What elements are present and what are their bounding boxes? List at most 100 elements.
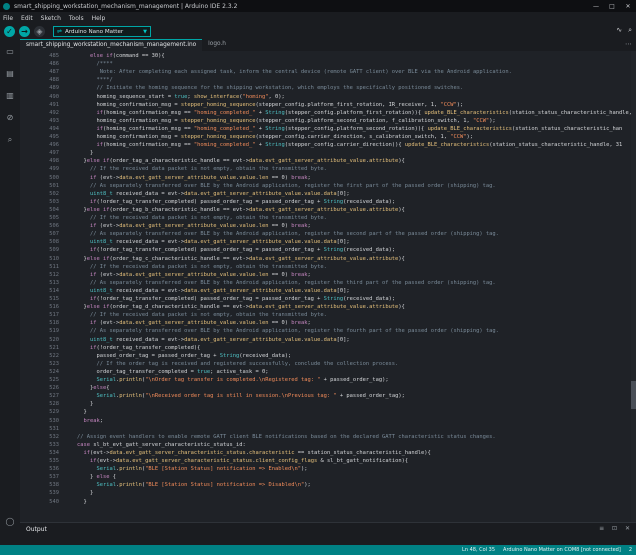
code-line[interactable]: // As separately transferred over BLE by… [64, 230, 499, 238]
code-line[interactable]: if(homing_confirmation_msg == "homing_co… [64, 141, 622, 149]
serial-monitor-icon[interactable]: ⌕ [628, 26, 632, 35]
debug-icon[interactable]: ⊘ [5, 113, 15, 123]
tab-logo-h[interactable]: logo.h [202, 39, 232, 51]
menu-file[interactable]: File [3, 15, 13, 22]
code-line[interactable]: } [64, 498, 86, 506]
code-line[interactable]: passed_order_tag = passed_order_tag + St… [64, 352, 291, 360]
code-line[interactable]: // Assign event handlers to enable remot… [64, 433, 496, 441]
code-line[interactable]: } [64, 149, 93, 157]
line-number: 509 [49, 247, 59, 254]
minimize-button[interactable]: — [588, 3, 604, 10]
library-manager-icon[interactable]: ▥ [5, 91, 15, 101]
code-line[interactable]: }else if(order_tag_c_characteristic_hand… [64, 255, 404, 263]
code-line[interactable]: if(homing_confirmation_msg == "homing_co… [64, 109, 632, 117]
code-line[interactable]: break; [64, 417, 102, 425]
sketchbook-icon[interactable]: ▭ [5, 47, 15, 57]
board-selector[interactable]: ⇌ Arduino Nano Matter ▼ [53, 26, 151, 37]
code-line[interactable]: Serial.println("\nOrder tag transfer is … [64, 376, 388, 384]
close-window-button[interactable]: ✕ [620, 3, 636, 10]
usb-icon: ⇌ [57, 28, 63, 35]
line-number: 511 [49, 263, 59, 270]
code-line[interactable]: uint8_t received_data = evt->data.evt_ga… [64, 336, 350, 344]
code-line[interactable]: }else if(order_tag_b_characteristic_hand… [64, 206, 404, 214]
line-number: 497 [49, 150, 59, 157]
boards-manager-icon[interactable]: ▤ [5, 69, 15, 79]
code-line[interactable]: Serial.println("\nReceived order tag is … [64, 392, 404, 400]
code-line[interactable]: // If the received data packet is not em… [64, 311, 327, 319]
cursor-position[interactable]: Ln 48, Col 35 [462, 547, 495, 553]
code-line[interactable]: // If the received data packet is not em… [64, 214, 327, 222]
code-line[interactable]: if (evt->data.evt_gatt_server_attribute_… [64, 319, 311, 327]
code-line[interactable]: if(!order_tag_transfer_completed) passed… [64, 246, 395, 254]
maximize-button[interactable]: □ [604, 3, 620, 10]
code-editor[interactable]: 485 486 487 488 489 490 491 492 493 494 495 496 497 4… [20, 51, 636, 522]
code-line[interactable]: // As separately transferred over BLE by… [64, 327, 499, 335]
code-line[interactable]: }else{ [64, 384, 110, 392]
code-line[interactable]: }else if(order_tag_d_characteristic_hand… [64, 303, 404, 311]
serial-plotter-icon[interactable]: ∿ [616, 26, 622, 35]
code-line[interactable]: homing_confirmation_msg = stepper_homing… [64, 133, 473, 141]
code-line[interactable]: if (evt->data.evt_gatt_server_attribute_… [64, 174, 311, 182]
code-line[interactable]: uint8_t received_data = evt->data.evt_ga… [64, 190, 350, 198]
tab-main-sketch[interactable]: smart_shipping_workstation_mechanism_man… [20, 39, 203, 51]
code-line[interactable]: if(evt->data.evt_gatt_server_characteris… [64, 449, 430, 457]
code-line[interactable]: ****/ [64, 76, 112, 84]
line-number: 501 [49, 182, 59, 189]
line-number: 485 [49, 53, 59, 59]
close-icon[interactable]: ✕ [625, 525, 630, 532]
code-line[interactable]: case sl_bt_evt_gatt_server_characteristi… [64, 441, 246, 449]
code-line[interactable]: // If the received data packet is not em… [64, 165, 327, 173]
code-line[interactable]: // If the received data packet is not em… [64, 263, 327, 271]
code-line[interactable]: // Initiate the homing sequence for the … [64, 84, 463, 92]
code-line[interactable]: uint8_t received_data = evt->data.evt_ga… [64, 287, 350, 295]
upload-button[interactable]: → [19, 26, 30, 37]
line-number: 487 [49, 69, 59, 76]
menu-help[interactable]: Help [92, 15, 106, 22]
lock-icon[interactable]: ⊡ [612, 525, 617, 532]
code-line[interactable]: uint8_t received_data = evt->data.evt_ga… [64, 238, 350, 246]
debug-button[interactable]: ◈ [34, 26, 45, 37]
code-line[interactable]: if(!order_tag_transfer_completed) passed… [64, 295, 395, 303]
board-status[interactable]: Arduino Nano Matter on COM8 [not connect… [503, 547, 621, 553]
code-line[interactable]: // As separately transferred over BLE by… [64, 182, 496, 190]
code-line[interactable]: if(!order_tag_transfer_completed) passed… [64, 198, 395, 206]
menu-edit[interactable]: Edit [21, 15, 33, 22]
menu-tools[interactable]: Tools [69, 15, 84, 22]
list-icon[interactable]: ≡ [599, 525, 604, 532]
code-line[interactable]: if(evt->data.evt_gatt_server_characteris… [64, 457, 408, 465]
menu-bar: File Edit Sketch Tools Help [0, 12, 636, 24]
code-line[interactable]: // As separately transferred over BLE by… [64, 279, 496, 287]
code-line[interactable]: }else if(order_tag_a_characteristic_hand… [64, 157, 404, 165]
code-line[interactable]: } [64, 408, 86, 416]
code-line[interactable]: else if(command == 30){ [64, 52, 165, 60]
code-line[interactable]: // If the order tag is received and regi… [64, 360, 398, 368]
notifications-count[interactable]: 2 [629, 547, 632, 553]
code-line[interactable]: Note: After completing each assigned tas… [64, 68, 512, 76]
code-line[interactable]: homing_confirmation_msg = stepper_homing… [64, 101, 463, 109]
more-tabs-icon[interactable]: ⋯ [625, 40, 632, 48]
code-line[interactable]: order_tag_transfer_completed = true; act… [64, 368, 268, 376]
vertical-scrollbar[interactable] [631, 51, 636, 522]
code-line[interactable]: } else { [64, 473, 116, 481]
code-line[interactable]: if(homing_confirmation_msg == "homing_co… [64, 125, 622, 133]
account-icon[interactable]: ◯ [5, 517, 15, 527]
verify-button[interactable]: ✓ [4, 26, 15, 37]
line-number: 513 [49, 279, 59, 286]
code-line[interactable]: } [64, 400, 93, 408]
code-line[interactable]: } [64, 489, 93, 497]
menu-sketch[interactable]: Sketch [41, 15, 61, 22]
scrollbar-thumb[interactable] [631, 381, 636, 409]
code-line[interactable]: if(!order_tag_transfer_completed){ [64, 344, 200, 352]
code-line[interactable]: if (evt->data.evt_gatt_server_attribute_… [64, 222, 311, 230]
line-number: 531 [49, 425, 59, 432]
code-line[interactable]: homing_sequence_start = true; show_inter… [64, 93, 284, 101]
code-line[interactable]: if (evt->data.evt_gatt_server_attribute_… [64, 271, 311, 279]
code-line[interactable]: Serial.println("BLE [Station Status] not… [64, 481, 310, 489]
code-line[interactable]: Serial.println("BLE [Station Status] not… [64, 465, 307, 473]
arrow-right-icon: → [21, 27, 28, 36]
code-area[interactable]: else if(command == 30){ /**** Note: Afte… [64, 51, 632, 522]
code-line[interactable]: /**** [64, 60, 112, 68]
search-icon[interactable]: ⌕ [5, 135, 15, 145]
code-line[interactable]: homing_confirmation_msg = stepper_homing… [64, 117, 495, 125]
arduino-logo-icon [3, 2, 10, 10]
